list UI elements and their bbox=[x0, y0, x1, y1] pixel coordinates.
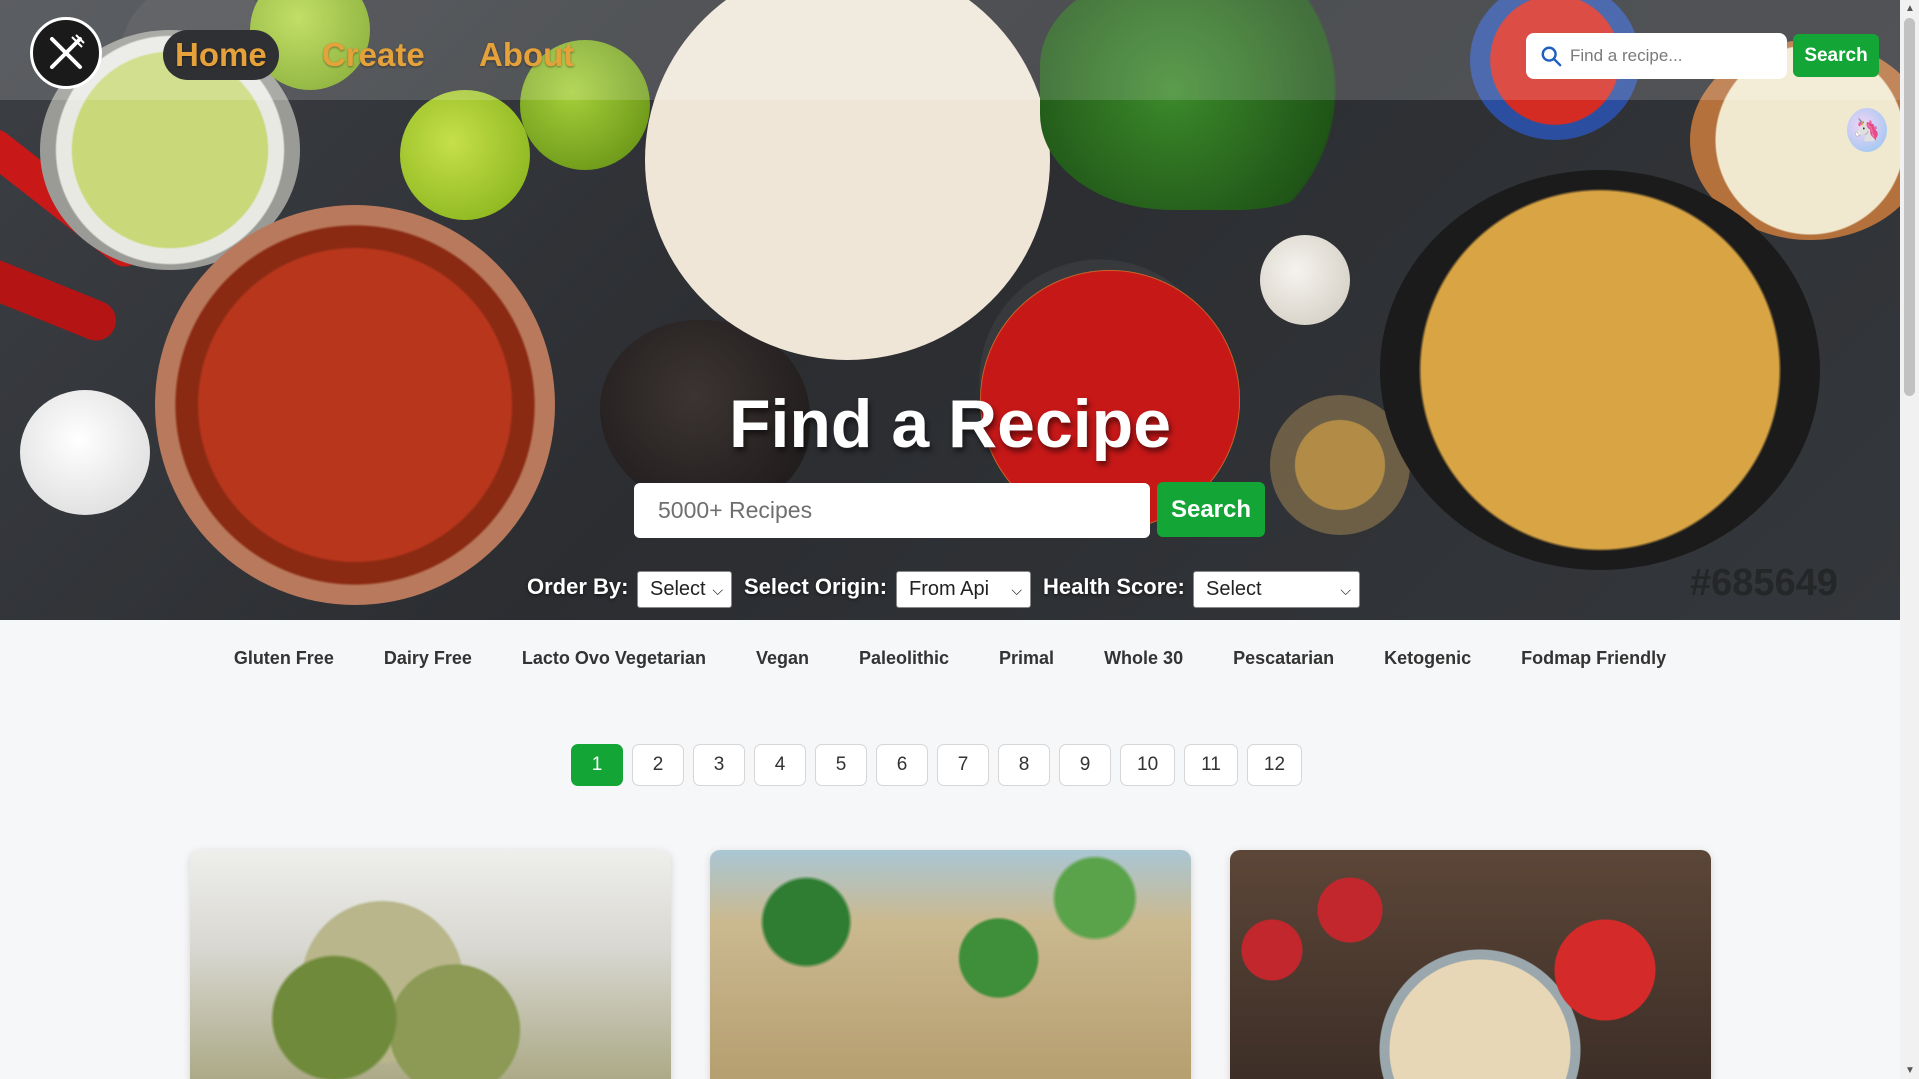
nav-home-link[interactable]: Home bbox=[163, 30, 279, 80]
page-button[interactable]: 6 bbox=[876, 744, 928, 786]
order-by-select[interactable]: Select ⌵ bbox=[637, 571, 732, 608]
origin-value: From Api bbox=[909, 578, 990, 600]
diet-lacto-ovo-vegetarian[interactable]: Lacto Ovo Vegetarian bbox=[497, 648, 731, 669]
navbar-search-button[interactable]: Search bbox=[1793, 34, 1879, 77]
diet-whole-30[interactable]: Whole 30 bbox=[1079, 648, 1208, 669]
lime-image bbox=[400, 90, 530, 220]
order-by-label: Order By: bbox=[527, 574, 629, 599]
page-button[interactable]: 9 bbox=[1059, 744, 1111, 786]
page-button[interactable]: 11 bbox=[1184, 744, 1238, 786]
diet-vegan[interactable]: Vegan bbox=[731, 648, 834, 669]
page-button[interactable]: 4 bbox=[754, 744, 806, 786]
page-button[interactable]: 2 bbox=[632, 744, 684, 786]
select-origin-label: Select Origin: bbox=[744, 574, 888, 599]
page-button[interactable]: 12 bbox=[1246, 744, 1303, 786]
diet-fodmap-friendly[interactable]: Fodmap Friendly bbox=[1496, 648, 1691, 669]
scrollbar-thumb[interactable] bbox=[1904, 18, 1915, 396]
diet-gluten-free[interactable]: Gluten Free bbox=[209, 648, 359, 669]
page-button[interactable]: 10 bbox=[1120, 744, 1176, 786]
page-button[interactable]: 8 bbox=[998, 744, 1050, 786]
recipe-card[interactable] bbox=[190, 850, 671, 1079]
order-by-value: Select bbox=[650, 578, 706, 600]
fork-knife-icon-svg bbox=[50, 34, 85, 69]
diet-filter-bar: Gluten Free Dairy Free Lacto Ovo Vegetar… bbox=[0, 648, 1900, 669]
unicorn-icon[interactable]: 🦄 bbox=[1847, 108, 1887, 152]
hero-title: Find a Recipe bbox=[728, 386, 1172, 462]
watermark-text: #685649 bbox=[1690, 562, 1838, 604]
nav-about-link[interactable]: About bbox=[467, 30, 586, 80]
health-score-label: Health Score: bbox=[1043, 574, 1185, 599]
diet-paleolithic[interactable]: Paleolithic bbox=[834, 648, 974, 669]
fork-knife-icon[interactable] bbox=[30, 17, 102, 89]
pagination: 1 2 3 4 5 6 7 8 9 10 11 12 bbox=[571, 744, 1303, 786]
nav-create-link[interactable]: Create bbox=[310, 30, 437, 80]
search-icon bbox=[1541, 46, 1562, 67]
page-scrollbar[interactable]: ▲ ▼ bbox=[1900, 0, 1919, 1079]
diet-dairy-free[interactable]: Dairy Free bbox=[359, 648, 497, 669]
health-score-value: Select bbox=[1206, 578, 1262, 600]
origin-select[interactable]: From Api ⌵ bbox=[896, 571, 1031, 608]
chevron-down-icon: ⌵ bbox=[712, 582, 723, 598]
recipe-card[interactable] bbox=[1230, 850, 1711, 1079]
diet-primal[interactable]: Primal bbox=[974, 648, 1079, 669]
recipe-search-input[interactable] bbox=[634, 483, 1150, 538]
health-score-select[interactable]: Select ⌵ bbox=[1193, 571, 1360, 608]
page-button[interactable]: 7 bbox=[937, 744, 989, 786]
nachos-plate-image bbox=[1380, 170, 1820, 570]
page-button[interactable]: 3 bbox=[693, 744, 745, 786]
scroll-down-icon[interactable]: ▼ bbox=[1905, 1065, 1915, 1076]
chevron-down-icon: ⌵ bbox=[1011, 582, 1022, 598]
recipe-card[interactable] bbox=[710, 850, 1191, 1079]
diet-pescatarian[interactable]: Pescatarian bbox=[1208, 648, 1359, 669]
page-button[interactable]: 5 bbox=[815, 744, 867, 786]
scroll-up-icon[interactable]: ▲ bbox=[1905, 3, 1915, 14]
diet-ketogenic[interactable]: Ketogenic bbox=[1359, 648, 1496, 669]
navbar-search-input[interactable] bbox=[1570, 46, 1770, 66]
chili-pepper-image bbox=[0, 253, 123, 347]
chevron-down-icon: ⌵ bbox=[1340, 582, 1351, 598]
navbar-search-box bbox=[1526, 33, 1787, 79]
recipe-search-button[interactable]: Search bbox=[1157, 482, 1265, 537]
page-button[interactable]: 1 bbox=[571, 744, 623, 786]
garlic-image bbox=[1260, 235, 1350, 325]
